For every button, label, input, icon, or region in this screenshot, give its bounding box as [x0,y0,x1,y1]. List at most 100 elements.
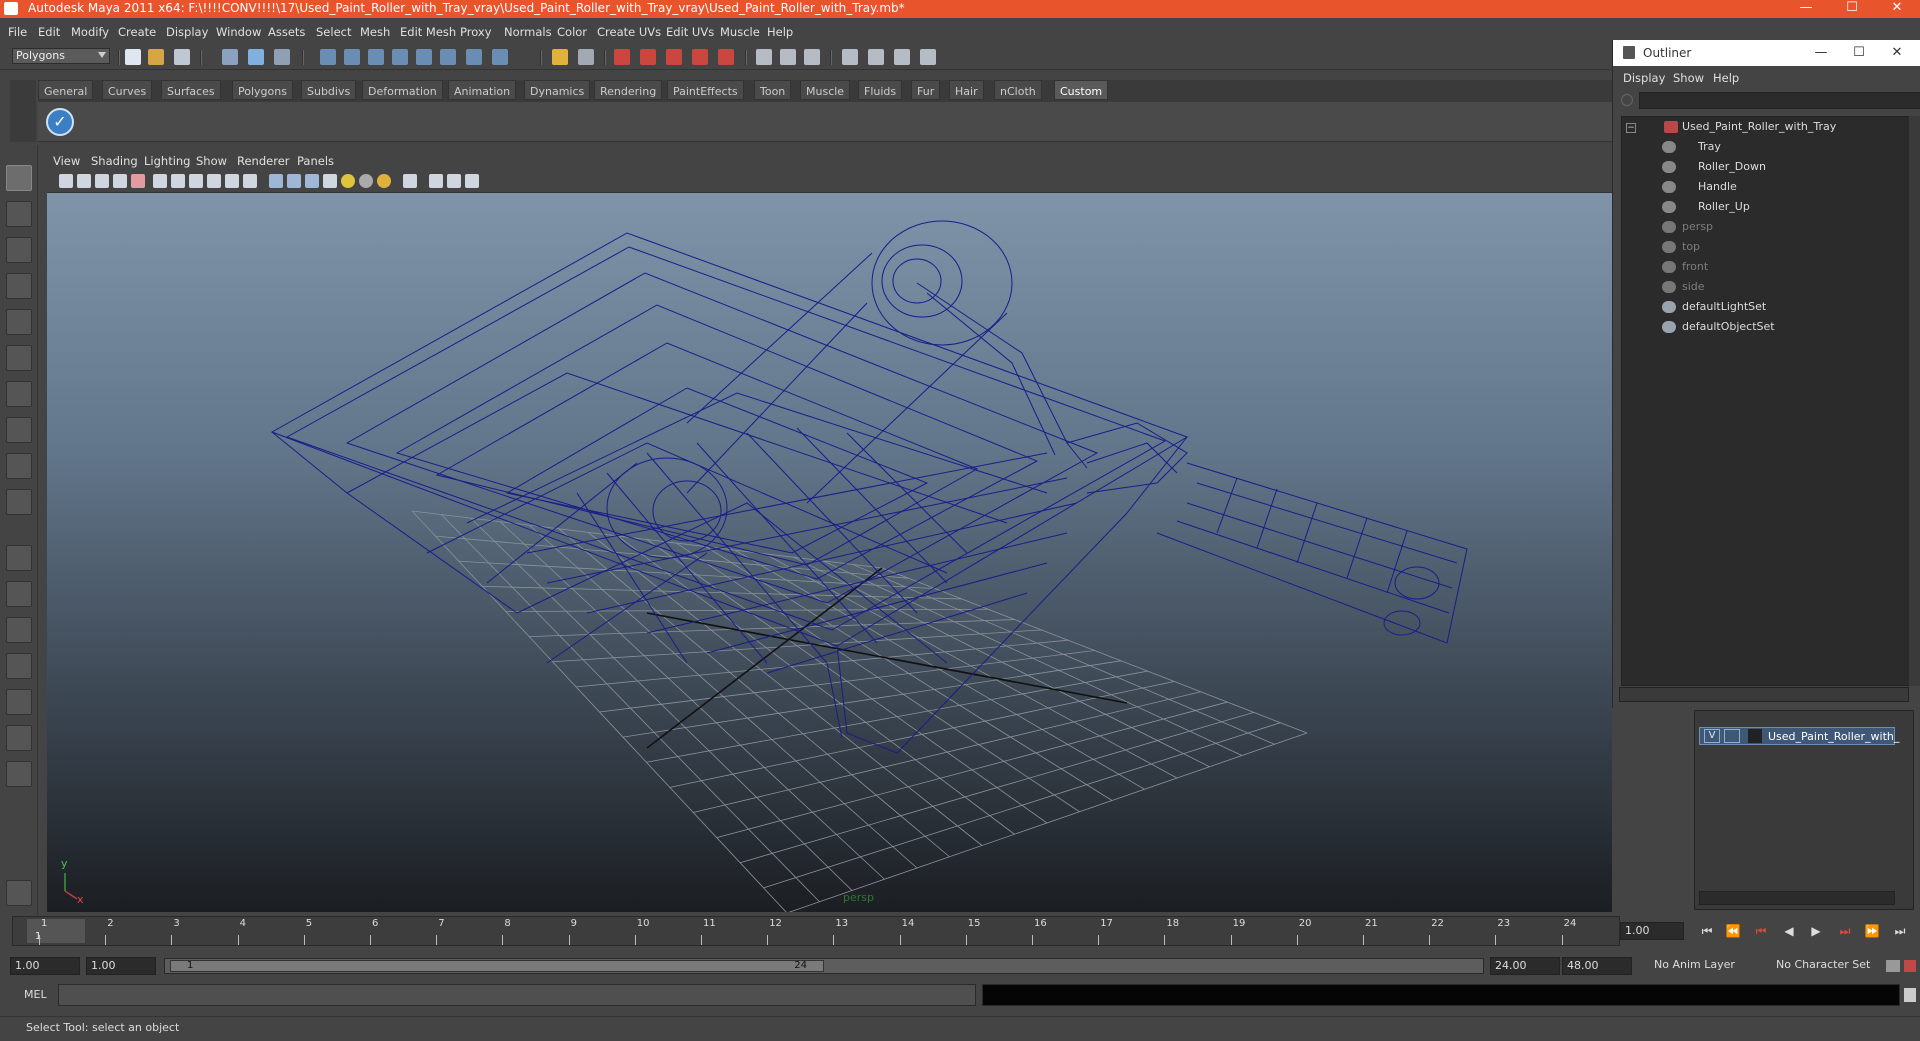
menu-window[interactable]: Window [216,25,261,39]
shelf-tab-ncloth[interactable]: nCloth [994,80,1042,100]
perspective-viewport[interactable]: y x persp [47,193,1612,912]
ipr-render-icon[interactable] [640,49,656,65]
display-layer-row[interactable]: V Used_Paint_Roller_with_ [1699,727,1899,745]
current-frame-field[interactable]: 1.00 [1620,922,1684,940]
minimize-button[interactable]: — [1783,0,1829,18]
menu-display[interactable]: Display [166,25,208,39]
go-to-end-button[interactable]: ⏭ [1890,922,1910,940]
menu-edit-uvs[interactable]: Edit UVs [666,25,714,39]
shelf-tab-muscle[interactable]: Muscle [800,80,851,100]
animation-end-field[interactable]: 48.00 [1562,957,1632,975]
gate-mask-icon[interactable] [207,174,221,188]
new-scene-icon[interactable] [125,49,141,65]
paint-select-tool-icon[interactable] [6,237,32,263]
show-manipulator-icon[interactable] [6,453,32,479]
snap-curve-icon[interactable] [344,49,360,65]
range-slider[interactable]: 1 24 [164,958,1484,974]
outliner-item[interactable]: Handle [1622,177,1902,197]
layout-outliner-icon[interactable] [6,617,32,643]
toggle-layer-editor-icon[interactable] [920,49,936,65]
select-component-icon[interactable] [274,49,290,65]
shelf-tab-painteffects[interactable]: PaintEffects [667,80,744,100]
outliner-minimize-button[interactable]: — [1803,40,1839,66]
move-tool-icon[interactable] [6,273,32,299]
layout-single-icon[interactable] [6,545,32,571]
construction-history-icon[interactable] [466,49,482,65]
open-scene-icon[interactable] [148,49,164,65]
menu-normals[interactable]: Normals [504,25,552,39]
snap-point-icon[interactable] [368,49,384,65]
layer-color-swatch[interactable] [1748,729,1762,743]
script-editor-icon[interactable] [1904,988,1916,1002]
outliner-item[interactable]: top [1622,237,1902,257]
shelf-tab-subdivs[interactable]: Subdivs [301,80,357,100]
menu-create-uvs[interactable]: Create UVs [597,25,661,39]
xray-icon[interactable] [429,174,443,188]
shelf-tab-fur[interactable]: Fur [911,80,941,100]
shelf-menu-handle[interactable] [10,80,36,142]
menu-assets[interactable]: Assets [268,25,305,39]
high-quality-icon[interactable] [465,174,479,188]
menu-proxy[interactable]: Proxy [460,25,492,39]
layout-custom-icon[interactable] [6,725,32,751]
anim-preferences-icon[interactable] [1904,960,1916,972]
menu-file[interactable]: File [8,25,27,39]
field-chart-icon[interactable] [225,174,239,188]
outliner-item[interactable]: front [1622,257,1902,277]
smooth-shading-icon[interactable] [287,174,301,188]
menu-color[interactable]: Color [557,25,587,39]
outliner-item[interactable]: Roller_Down [1622,157,1902,177]
shelf-tab-fluids[interactable]: Fluids [858,80,903,100]
quick-layout-icon[interactable] [6,880,32,906]
bookmark-icon[interactable] [95,174,109,188]
toggle-graph-editor-icon[interactable] [894,49,910,65]
character-set-dropdown[interactable]: No Character Set [1772,957,1882,975]
toggle-tool-settings-icon[interactable] [842,49,858,65]
playback-end-field[interactable]: 24.00 [1490,957,1560,975]
render-view-icon[interactable] [718,49,734,65]
film-gate-icon[interactable] [171,174,185,188]
outliner-close-button[interactable]: ✕ [1879,40,1915,66]
panel-menu-renderer[interactable]: Renderer [237,154,290,168]
play-forwards-button[interactable]: ▶ [1806,922,1826,940]
twod-pan-zoom-icon[interactable] [131,174,145,188]
range-slider-handle[interactable]: 1 24 [170,960,824,972]
checker-icon[interactable] [323,174,337,188]
shelf-tab-hair[interactable]: Hair [949,80,984,100]
step-forward-frame-button[interactable]: ⏭ [1835,922,1855,940]
step-forward-key-button[interactable]: ⏩ [1862,922,1882,940]
outliner-item[interactable]: defaultObjectSet [1622,317,1902,337]
menu-select[interactable]: Select [316,25,351,39]
safe-action-icon[interactable] [243,174,257,188]
save-scene-icon[interactable] [174,49,190,65]
checkmark-shelf-icon[interactable]: ✓ [46,108,74,136]
all-lights-icon[interactable] [359,174,373,188]
select-hierarchy-icon[interactable] [222,49,238,65]
shelf-tab-deformation[interactable]: Deformation [362,80,443,100]
close-button[interactable]: ✕ [1874,0,1920,18]
layer-display-type-toggle[interactable] [1724,729,1740,743]
shelf-tab-rendering[interactable]: Rendering [594,80,663,100]
menu-create[interactable]: Create [118,25,156,39]
render-frame-icon[interactable] [614,49,630,65]
layout-graph-icon[interactable] [6,653,32,679]
hypershade-icon[interactable] [692,49,708,65]
input-output-icon[interactable] [578,49,594,65]
step-back-frame-button[interactable]: ⏮ [1751,922,1771,940]
outliner-filter-input[interactable] [1639,92,1920,109]
lock-icon[interactable] [552,49,568,65]
maximize-button[interactable]: ☐ [1829,0,1875,18]
select-tool-icon[interactable] [6,165,32,191]
snap-view-plane-icon[interactable] [416,49,432,65]
lasso-tool-icon[interactable] [6,201,32,227]
xray-joints-icon[interactable] [447,174,461,188]
shelf-tab-polygons[interactable]: Polygons [232,80,293,100]
select-object-icon[interactable] [248,49,264,65]
toggle-attribute-editor-icon[interactable] [780,49,796,65]
resolution-gate-icon[interactable] [189,174,203,188]
go-to-start-button[interactable]: ⏮ [1697,922,1717,940]
image-plane-icon[interactable] [113,174,127,188]
key-icon[interactable] [1886,960,1900,972]
outliner-item[interactable]: Used_Paint_Roller_with_Tray [1622,117,1902,137]
panel-menu-lighting[interactable]: Lighting [144,154,190,168]
